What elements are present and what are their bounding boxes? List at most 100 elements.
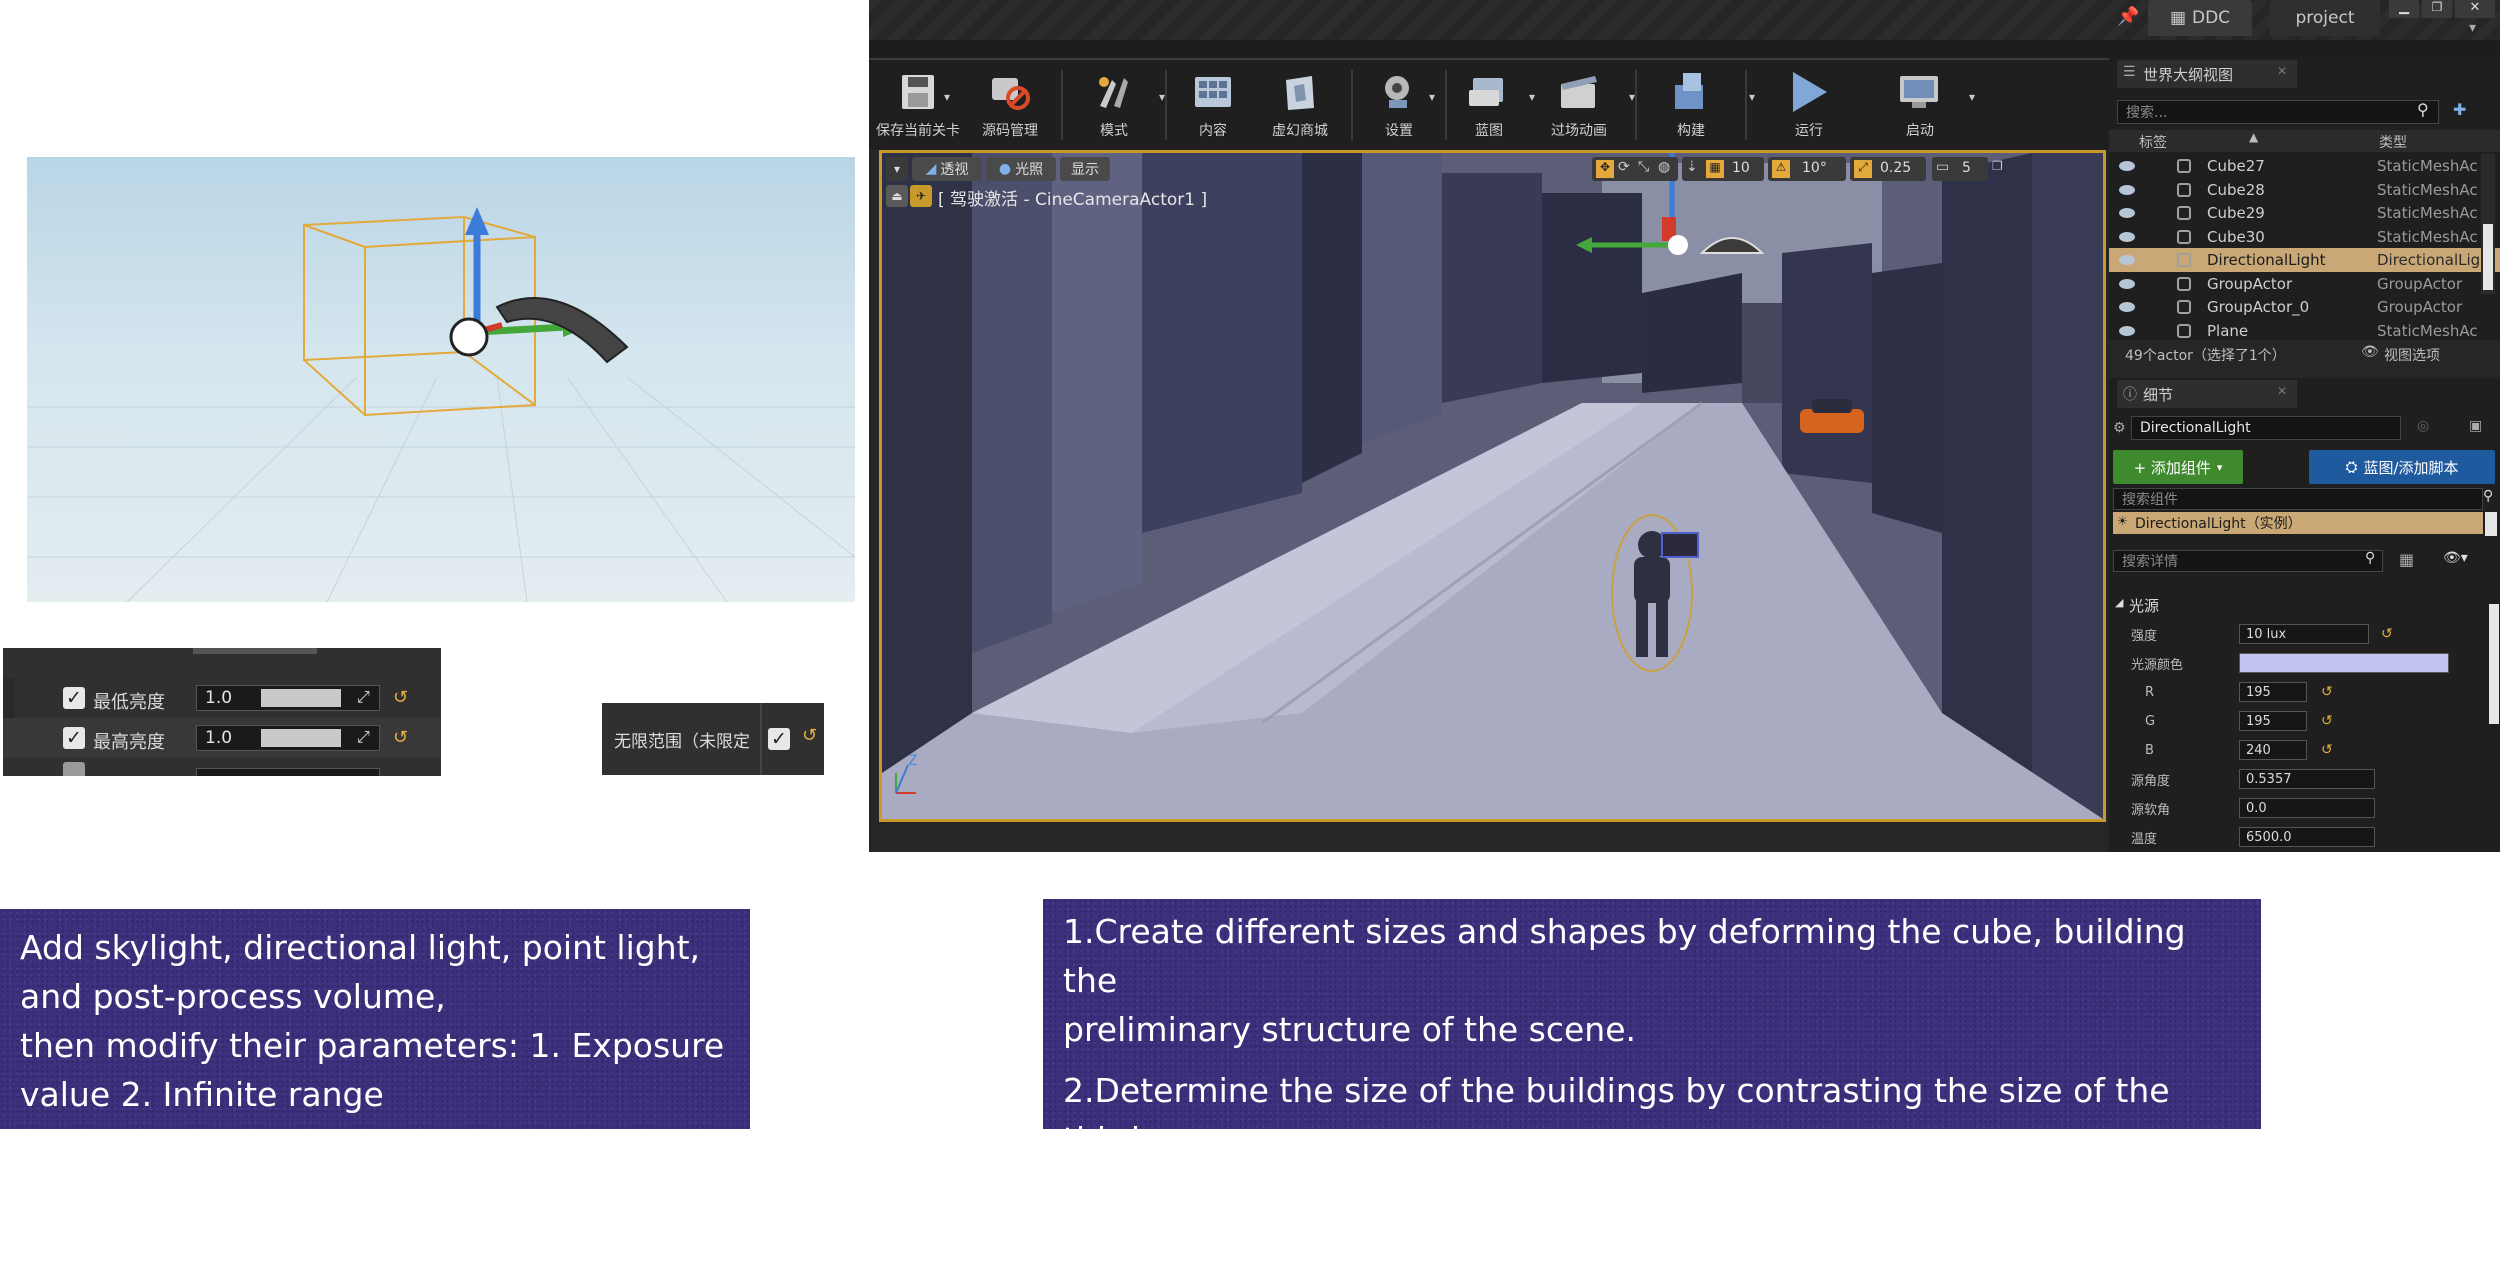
property-value-field[interactable]: 0.5357 (2239, 769, 2375, 789)
modes-button[interactable]: 模式 (1069, 64, 1159, 150)
outliner-row[interactable]: GroupActor_0 GroupActor (2109, 295, 2500, 319)
camera-speed-icon[interactable]: ▭ (1936, 159, 1949, 175)
col-label[interactable]: 标签 (2139, 132, 2167, 152)
property-value-field[interactable]: 195 (2239, 682, 2307, 702)
outliner-row[interactable]: GroupActor GroupActor (2109, 272, 2500, 296)
save-button[interactable]: 保存当前关卡 (873, 64, 963, 150)
details-tab[interactable]: ⓘ 细节 ✕ (2117, 380, 2297, 408)
property-value-field[interactable]: 240 (2239, 740, 2307, 760)
pin-icon[interactable]: ▣ (2469, 418, 2482, 434)
maximize-viewport-icon[interactable]: ❐ (1992, 159, 2003, 173)
outliner-row[interactable]: Cube27 StaticMeshAc (2109, 154, 2500, 178)
visibility-eye-icon[interactable] (2119, 302, 2135, 312)
eye-icon[interactable]: 👁▾ (2443, 550, 2468, 566)
rotate-icon[interactable]: ⟳ (1618, 159, 1630, 175)
min-brightness-field[interactable]: 1.0 ⤢ (196, 685, 380, 711)
world-icon[interactable]: ◍ (1658, 159, 1670, 175)
viewport-menu-button[interactable]: ▾ (886, 157, 908, 181)
visibility-eye-icon[interactable] (2119, 255, 2135, 265)
outliner-row[interactable]: Cube28 StaticMeshAc (2109, 178, 2500, 202)
add-filter-icon[interactable]: ✚ (2453, 100, 2466, 119)
launch-button[interactable]: 启动 (1875, 64, 1965, 150)
pin-icon[interactable]: 📌 (2117, 6, 2139, 27)
light-color-swatch[interactable] (2239, 653, 2449, 673)
actor-name-field[interactable]: DirectionalLight (2131, 416, 2401, 440)
show-button[interactable]: 显示 (1060, 157, 1110, 181)
play-button[interactable]: 运行 (1769, 64, 1849, 150)
property-value-field[interactable]: 0.0 (2239, 798, 2375, 818)
col-type[interactable]: 类型 (2379, 132, 2407, 152)
outliner-row[interactable]: DirectionalLight DirectionalLig (2109, 248, 2500, 272)
dropdown-icon[interactable]: ▾ (1159, 90, 1165, 104)
view-options-button[interactable]: 视图选项 (2384, 345, 2440, 365)
grid-snap-value[interactable]: 10 (1732, 160, 1750, 176)
min-brightness-checkbox[interactable]: ✓ (63, 687, 85, 709)
camera-lock-icon[interactable]: ✈ (910, 185, 932, 207)
marketplace-button[interactable]: 虚幻商城 (1255, 64, 1345, 150)
rotation-snap-icon[interactable]: ⚠ (1772, 160, 1790, 178)
outliner-search-input[interactable]: 搜索... (2117, 100, 2439, 124)
cinematics-button[interactable]: 过场动画 (1529, 64, 1629, 150)
blueprint-button[interactable]: 蓝图 (1449, 64, 1529, 150)
close-tab-icon[interactable]: ✕ (2277, 384, 2287, 398)
maximize-button[interactable]: ❐ (2422, 0, 2452, 18)
outliner-row[interactable]: Cube30 StaticMeshAc (2109, 225, 2500, 249)
dropdown-icon[interactable]: ▾ (1629, 90, 1635, 104)
component-scrollbar[interactable] (2485, 512, 2497, 536)
dropdown-icon[interactable]: ▾ (1529, 90, 1535, 104)
lit-button[interactable]: ● 光照 (986, 157, 1056, 181)
level-viewport[interactable]: Z ▾ ◢ 透视 ● 光照 显示 ⏏ ✈ [ 驾驶激活 - CineCameraAc… (879, 150, 2106, 822)
max-brightness-field[interactable]: 1.0 ⤢ (196, 725, 380, 751)
settings-button[interactable]: 设置 (1359, 64, 1439, 150)
property-value-field[interactable]: 195 (2239, 711, 2307, 731)
detail-search-input[interactable]: 搜索详情 (2113, 550, 2383, 572)
component-row-selected[interactable]: ☀ DirectionalLight（实例） (2113, 512, 2483, 534)
world-outliner-tab[interactable]: ☰ 世界大纲视图 ✕ (2117, 60, 2297, 88)
max-brightness-checkbox[interactable]: ✓ (63, 727, 85, 749)
dropdown-icon[interactable]: ▾ (944, 90, 950, 104)
reset-arrow-icon[interactable]: ↺ (2381, 626, 2393, 642)
reset-arrow-icon[interactable]: ↺ (2321, 684, 2333, 700)
light-section-header[interactable]: ◢ 光源 (2109, 592, 2500, 618)
perspective-button[interactable]: ◢ 透视 (912, 157, 982, 181)
grid-snap-icon[interactable]: ▦ (1706, 160, 1724, 178)
dropdown-icon[interactable]: ▾ (1969, 90, 1975, 104)
add-component-button[interactable]: + 添加组件 ▾ (2113, 450, 2243, 484)
reset-arrow-icon[interactable]: ↺ (393, 687, 408, 708)
reset-arrow-icon[interactable]: ↺ (2321, 742, 2333, 758)
visibility-eye-icon[interactable] (2119, 184, 2135, 195)
dropdown-icon[interactable]: ▾ (2469, 20, 2476, 36)
scale-snap-value[interactable]: 0.25 (1880, 160, 1911, 176)
grid-view-icon[interactable]: ▦ (2399, 550, 2414, 569)
close-tab-icon[interactable]: ✕ (2277, 64, 2287, 78)
tab-ddc[interactable]: ▦ DDC (2148, 0, 2252, 36)
visibility-eye-icon[interactable] (2119, 325, 2135, 336)
visibility-eye-icon[interactable] (2119, 231, 2135, 242)
outliner-row[interactable]: Cube29 StaticMeshAc (2109, 201, 2500, 225)
property-value-field[interactable]: 6500.0 (2239, 827, 2375, 847)
surface-snap-icon[interactable]: ⇣ (1686, 159, 1698, 175)
outliner-scrollbar[interactable] (2481, 154, 2495, 294)
lock-icon[interactable]: ◎ (2417, 418, 2429, 434)
move-icon[interactable]: ✥ (1596, 160, 1614, 178)
property-value-field[interactable]: 10 lux (2239, 624, 2369, 644)
visibility-eye-icon[interactable] (2119, 278, 2135, 289)
visibility-eye-icon[interactable] (2119, 208, 2135, 218)
build-button[interactable]: 构建 (1641, 64, 1741, 150)
reset-arrow-icon[interactable]: ↺ (2321, 713, 2333, 729)
tab-project[interactable]: project (2270, 0, 2380, 36)
component-search-input[interactable]: 搜索组件 (2113, 488, 2483, 510)
reset-arrow-icon[interactable]: ↺ (802, 725, 817, 746)
reset-arrow-icon[interactable]: ↺ (393, 727, 408, 748)
camera-speed-value[interactable]: 5 (1962, 160, 1971, 176)
rotation-snap-value[interactable]: 10° (1802, 160, 1827, 176)
details-scrollbar[interactable] (2489, 604, 2499, 724)
dropdown-icon[interactable]: ▾ (1749, 90, 1755, 104)
close-button[interactable]: ✕ (2455, 0, 2495, 18)
dropdown-icon[interactable]: ▾ (1429, 90, 1435, 104)
infinite-range-checkbox[interactable]: ✓ (768, 728, 790, 750)
blueprint-script-button[interactable]: ⛭ 蓝图/添加脚本 (2309, 450, 2495, 484)
outliner-row[interactable]: Plane StaticMeshAc (2109, 319, 2500, 343)
scale-snap-icon[interactable]: ⤢ (1854, 160, 1872, 178)
content-button[interactable]: 内容 (1173, 64, 1253, 150)
